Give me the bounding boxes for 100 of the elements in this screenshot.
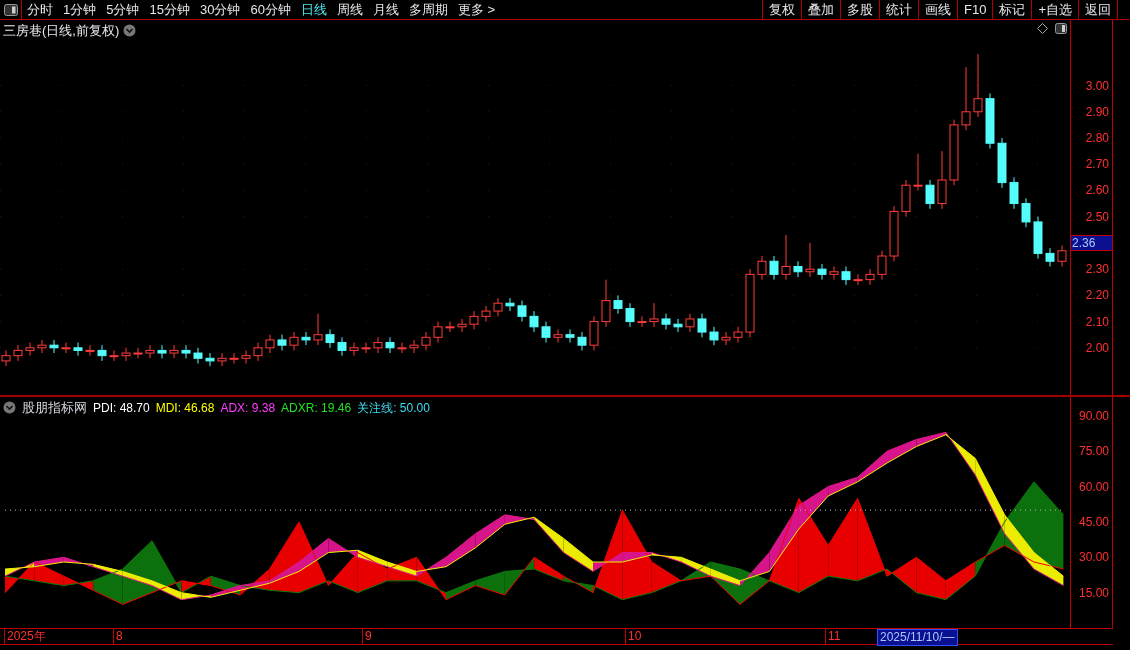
candlestick <box>937 150 947 210</box>
candlestick <box>841 266 851 286</box>
date-axis-label: 10 <box>625 629 642 644</box>
panel-toggle-icon[interactable] <box>3 3 18 16</box>
candlestick <box>793 260 803 278</box>
indicator-reading: PDI: 48.70 <box>93 399 150 417</box>
candlestick <box>913 153 923 191</box>
period-tab[interactable]: 60分钟 <box>250 0 291 20</box>
price-axis-label: 2.90 <box>1085 104 1109 119</box>
price-axis-label: 3.00 <box>1085 78 1109 93</box>
candlestick <box>289 331 299 351</box>
cursor-date-label: 2025/11/10/— <box>877 629 958 646</box>
candlestick <box>157 344 167 359</box>
period-tab[interactable]: 多周期 <box>408 0 448 20</box>
dropdown-icon[interactable] <box>3 401 16 415</box>
indicator-axis-label: 30.00 <box>1078 550 1109 565</box>
candlestick <box>805 242 815 278</box>
period-tab[interactable]: 15分钟 <box>149 0 190 20</box>
candlestick <box>853 273 863 286</box>
candlestick <box>493 297 503 317</box>
period-tab[interactable]: 更多 > <box>457 0 496 20</box>
candlestick <box>121 347 131 362</box>
candlestick <box>37 339 47 354</box>
last-price-label: 2.36 <box>1071 235 1112 251</box>
candlestick <box>229 352 239 365</box>
candlestick <box>145 344 155 359</box>
period-tab[interactable]: 周线 <box>336 0 363 20</box>
candlestick <box>457 318 467 333</box>
dropdown-icon[interactable] <box>123 24 137 38</box>
candlestick <box>829 266 839 281</box>
date-axis-label: 8 <box>113 629 123 644</box>
candlestick <box>553 328 563 344</box>
candlestick <box>1021 197 1031 228</box>
period-tab[interactable]: 1分钟 <box>63 0 97 20</box>
candlestick <box>769 255 779 281</box>
candlestick <box>865 268 875 286</box>
period-tab[interactable]: 30分钟 <box>199 0 241 20</box>
price-axis-label: 2.60 <box>1085 183 1109 198</box>
date-axis-label: 11 <box>825 629 841 644</box>
candlestick <box>529 310 539 333</box>
candlestick <box>877 250 887 281</box>
toolbar-button[interactable]: F10 <box>958 0 994 19</box>
price-axis-label: 2.00 <box>1085 340 1109 355</box>
candlestick <box>637 315 647 328</box>
candlestick <box>925 179 935 210</box>
candlestick <box>325 328 335 349</box>
candlestick <box>277 334 287 351</box>
candlestick <box>781 234 791 281</box>
period-tab[interactable]: 月线 <box>372 0 399 20</box>
candlestick <box>481 305 491 323</box>
toolbar-button[interactable]: 复权 <box>763 0 802 19</box>
candlestick <box>709 326 719 346</box>
candlestick <box>685 313 695 333</box>
toolbar-button[interactable]: 统计 <box>880 0 919 19</box>
candlestick <box>301 331 311 346</box>
candlestick <box>973 53 983 118</box>
price-axis-label: 2.20 <box>1085 288 1109 303</box>
diamond-icon[interactable] <box>1037 23 1048 34</box>
candlestick <box>313 313 323 346</box>
candlestick <box>361 342 371 354</box>
candlestick <box>601 279 611 328</box>
period-tab[interactable]: 5分钟 <box>106 0 140 20</box>
candlestick <box>721 331 731 346</box>
toolbar-button[interactable]: 标记 <box>993 0 1033 19</box>
candlestick <box>49 339 59 354</box>
period-tab[interactable]: 分时 <box>27 0 53 20</box>
candlestick <box>697 313 707 338</box>
candlestick <box>433 321 443 344</box>
candlestick <box>205 352 215 367</box>
candlestick <box>625 302 635 328</box>
candlestick <box>337 336 347 357</box>
candlestick <box>541 321 551 344</box>
panel-toggle-icon[interactable] <box>1055 23 1067 34</box>
toolbar-button[interactable]: 画线 <box>919 0 958 19</box>
candlestick <box>757 255 767 281</box>
candlestick <box>385 336 395 354</box>
candlestick <box>817 263 827 281</box>
candlestick <box>445 321 455 333</box>
period-tab[interactable]: 日线 <box>300 0 327 20</box>
toolbar-button[interactable]: +自选 <box>1032 0 1079 19</box>
candlestick <box>217 352 227 367</box>
indicator-reading: ADXR: 19.46 <box>281 399 352 417</box>
indicator-reading: 关注线: 50.00 <box>357 399 430 417</box>
candlestick <box>13 344 23 362</box>
price-axis-label: 2.70 <box>1085 157 1109 172</box>
toolbar-button[interactable]: 返回 <box>1079 0 1118 19</box>
toolbar-button[interactable]: 多股 <box>841 0 880 19</box>
indicator-axis-label: 90.00 <box>1078 408 1109 423</box>
candlestick <box>517 300 527 323</box>
candlestick <box>1009 176 1019 210</box>
candlestick <box>565 328 575 344</box>
price-axis-label: 2.80 <box>1085 131 1109 145</box>
indicator-axis-label: 45.00 <box>1078 514 1109 529</box>
price-axis-label: 2.10 <box>1085 314 1109 329</box>
indicator-name: 股朋指标网 <box>22 399 87 417</box>
toolbar-button[interactable]: 叠加 <box>802 0 841 19</box>
candlestick <box>1057 245 1067 267</box>
candlestick <box>661 313 671 330</box>
candlestick <box>1045 247 1055 267</box>
indicator-axis-label: 15.00 <box>1078 585 1109 600</box>
